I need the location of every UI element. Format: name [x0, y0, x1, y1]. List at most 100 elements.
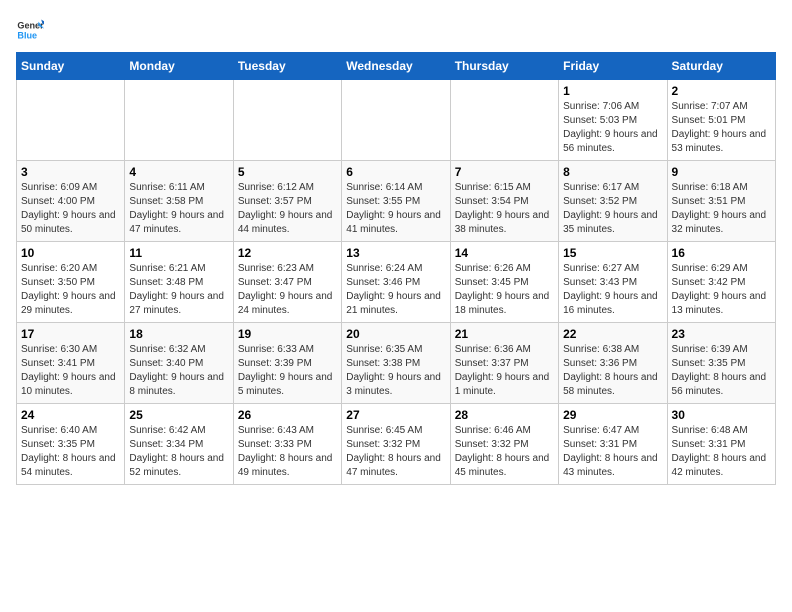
calendar-cell: 6 Sunrise: 6:14 AM Sunset: 3:55 PM Daylig… — [342, 161, 450, 242]
day-number: 18 — [129, 327, 228, 341]
calendar-cell: 27 Sunrise: 6:45 AM Sunset: 3:32 PM Dayli… — [342, 404, 450, 485]
day-number: 28 — [455, 408, 554, 422]
calendar-cell: 2 Sunrise: 7:07 AM Sunset: 5:01 PM Daylig… — [667, 80, 775, 161]
day-header-sunday: Sunday — [17, 53, 125, 80]
day-info: Sunrise: 6:36 AM Sunset: 3:37 PM Dayligh… — [455, 343, 554, 399]
day-info: Sunrise: 7:07 AM Sunset: 5:01 PM Dayligh… — [672, 100, 771, 156]
day-header-wednesday: Wednesday — [342, 53, 450, 80]
day-info: Sunrise: 6:09 AM Sunset: 4:00 PM Dayligh… — [21, 181, 120, 237]
day-number: 27 — [346, 408, 445, 422]
day-info: Sunrise: 6:29 AM Sunset: 3:42 PM Dayligh… — [672, 262, 771, 318]
day-number: 17 — [21, 327, 120, 341]
calendar-cell: 12 Sunrise: 6:23 AM Sunset: 3:47 PM Dayli… — [233, 242, 341, 323]
calendar-cell: 15 Sunrise: 6:27 AM Sunset: 3:43 PM Dayli… — [559, 242, 667, 323]
calendar-cell: 8 Sunrise: 6:17 AM Sunset: 3:52 PM Daylig… — [559, 161, 667, 242]
day-info: Sunrise: 6:15 AM Sunset: 3:54 PM Dayligh… — [455, 181, 554, 237]
day-number: 16 — [672, 246, 771, 260]
day-number: 3 — [21, 165, 120, 179]
day-number: 22 — [563, 327, 662, 341]
day-info: Sunrise: 6:27 AM Sunset: 3:43 PM Dayligh… — [563, 262, 662, 318]
calendar-cell: 21 Sunrise: 6:36 AM Sunset: 3:37 PM Dayli… — [450, 323, 558, 404]
calendar-table: SundayMondayTuesdayWednesdayThursdayFrid… — [16, 52, 776, 485]
day-number: 24 — [21, 408, 120, 422]
calendar-cell: 23 Sunrise: 6:39 AM Sunset: 3:35 PM Dayli… — [667, 323, 775, 404]
calendar-cell — [450, 80, 558, 161]
day-info: Sunrise: 6:17 AM Sunset: 3:52 PM Dayligh… — [563, 181, 662, 237]
day-info: Sunrise: 6:48 AM Sunset: 3:31 PM Dayligh… — [672, 424, 771, 480]
logo-icon: General Blue — [16, 16, 44, 44]
calendar-cell: 10 Sunrise: 6:20 AM Sunset: 3:50 PM Dayli… — [17, 242, 125, 323]
calendar-cell — [125, 80, 233, 161]
day-number: 23 — [672, 327, 771, 341]
calendar-cell: 25 Sunrise: 6:42 AM Sunset: 3:34 PM Dayli… — [125, 404, 233, 485]
day-number: 2 — [672, 84, 771, 98]
day-info: Sunrise: 6:42 AM Sunset: 3:34 PM Dayligh… — [129, 424, 228, 480]
day-header-tuesday: Tuesday — [233, 53, 341, 80]
day-number: 26 — [238, 408, 337, 422]
day-info: Sunrise: 6:39 AM Sunset: 3:35 PM Dayligh… — [672, 343, 771, 399]
day-info: Sunrise: 6:24 AM Sunset: 3:46 PM Dayligh… — [346, 262, 445, 318]
calendar-cell: 26 Sunrise: 6:43 AM Sunset: 3:33 PM Dayli… — [233, 404, 341, 485]
calendar-cell: 9 Sunrise: 6:18 AM Sunset: 3:51 PM Daylig… — [667, 161, 775, 242]
day-number: 9 — [672, 165, 771, 179]
calendar-cell — [233, 80, 341, 161]
day-number: 14 — [455, 246, 554, 260]
calendar-cell: 18 Sunrise: 6:32 AM Sunset: 3:40 PM Dayli… — [125, 323, 233, 404]
day-header-thursday: Thursday — [450, 53, 558, 80]
day-number: 5 — [238, 165, 337, 179]
calendar-cell: 7 Sunrise: 6:15 AM Sunset: 3:54 PM Daylig… — [450, 161, 558, 242]
day-number: 8 — [563, 165, 662, 179]
day-info: Sunrise: 6:14 AM Sunset: 3:55 PM Dayligh… — [346, 181, 445, 237]
day-info: Sunrise: 6:30 AM Sunset: 3:41 PM Dayligh… — [21, 343, 120, 399]
calendar-cell: 30 Sunrise: 6:48 AM Sunset: 3:31 PM Dayli… — [667, 404, 775, 485]
calendar-cell: 14Sunrise: 6:26 AM Sunset: 3:45 PM Dayli… — [450, 242, 558, 323]
day-info: Sunrise: 6:12 AM Sunset: 3:57 PM Dayligh… — [238, 181, 337, 237]
day-number: 25 — [129, 408, 228, 422]
day-number: 13 — [346, 246, 445, 260]
calendar-cell — [342, 80, 450, 161]
day-number: 19 — [238, 327, 337, 341]
calendar-cell — [17, 80, 125, 161]
header: General Blue — [16, 16, 776, 44]
calendar-cell: 29 Sunrise: 6:47 AM Sunset: 3:31 PM Dayli… — [559, 404, 667, 485]
svg-text:Blue: Blue — [17, 30, 37, 40]
day-number: 1 — [563, 84, 662, 98]
day-info: Sunrise: 6:45 AM Sunset: 3:32 PM Dayligh… — [346, 424, 445, 480]
day-info: Sunrise: 6:32 AM Sunset: 3:40 PM Dayligh… — [129, 343, 228, 399]
calendar-cell: 13 Sunrise: 6:24 AM Sunset: 3:46 PM Dayli… — [342, 242, 450, 323]
calendar-cell: 3 Sunrise: 6:09 AM Sunset: 4:00 PM Daylig… — [17, 161, 125, 242]
day-number: 11 — [129, 246, 228, 260]
day-info: Sunrise: 6:23 AM Sunset: 3:47 PM Dayligh… — [238, 262, 337, 318]
calendar-cell: 1Sunrise: 7:06 AM Sunset: 5:03 PM Daylig… — [559, 80, 667, 161]
day-info: Sunrise: 6:21 AM Sunset: 3:48 PM Dayligh… — [129, 262, 228, 318]
day-info: Sunrise: 6:43 AM Sunset: 3:33 PM Dayligh… — [238, 424, 337, 480]
calendar-cell: 28 Sunrise: 6:46 AM Sunset: 3:32 PM Dayli… — [450, 404, 558, 485]
day-number: 29 — [563, 408, 662, 422]
day-info: Sunrise: 6:35 AM Sunset: 3:38 PM Dayligh… — [346, 343, 445, 399]
logo: General Blue — [16, 16, 48, 44]
day-number: 21 — [455, 327, 554, 341]
day-info: Sunrise: 6:47 AM Sunset: 3:31 PM Dayligh… — [563, 424, 662, 480]
day-info: Sunrise: 6:46 AM Sunset: 3:32 PM Dayligh… — [455, 424, 554, 480]
day-info: Sunrise: 6:33 AM Sunset: 3:39 PM Dayligh… — [238, 343, 337, 399]
day-number: 30 — [672, 408, 771, 422]
calendar-cell: 20Sunrise: 6:35 AM Sunset: 3:38 PM Dayli… — [342, 323, 450, 404]
day-header-saturday: Saturday — [667, 53, 775, 80]
day-number: 15 — [563, 246, 662, 260]
day-header-monday: Monday — [125, 53, 233, 80]
day-number: 6 — [346, 165, 445, 179]
day-info: Sunrise: 6:11 AM Sunset: 3:58 PM Dayligh… — [129, 181, 228, 237]
calendar-cell: 24 Sunrise: 6:40 AM Sunset: 3:35 PM Dayli… — [17, 404, 125, 485]
calendar-cell: 17 Sunrise: 6:30 AM Sunset: 3:41 PM Dayli… — [17, 323, 125, 404]
day-info: Sunrise: 6:38 AM Sunset: 3:36 PM Dayligh… — [563, 343, 662, 399]
calendar-cell: 5 Sunrise: 6:12 AM Sunset: 3:57 PM Daylig… — [233, 161, 341, 242]
day-number: 7 — [455, 165, 554, 179]
calendar-cell: 11 Sunrise: 6:21 AM Sunset: 3:48 PM Dayli… — [125, 242, 233, 323]
day-number: 10 — [21, 246, 120, 260]
day-info: Sunrise: 6:40 AM Sunset: 3:35 PM Dayligh… — [21, 424, 120, 480]
day-info: Sunrise: 6:18 AM Sunset: 3:51 PM Dayligh… — [672, 181, 771, 237]
calendar-cell: 4Sunrise: 6:11 AM Sunset: 3:58 PM Daylig… — [125, 161, 233, 242]
day-number: 12 — [238, 246, 337, 260]
day-info: Sunrise: 6:20 AM Sunset: 3:50 PM Dayligh… — [21, 262, 120, 318]
day-header-friday: Friday — [559, 53, 667, 80]
